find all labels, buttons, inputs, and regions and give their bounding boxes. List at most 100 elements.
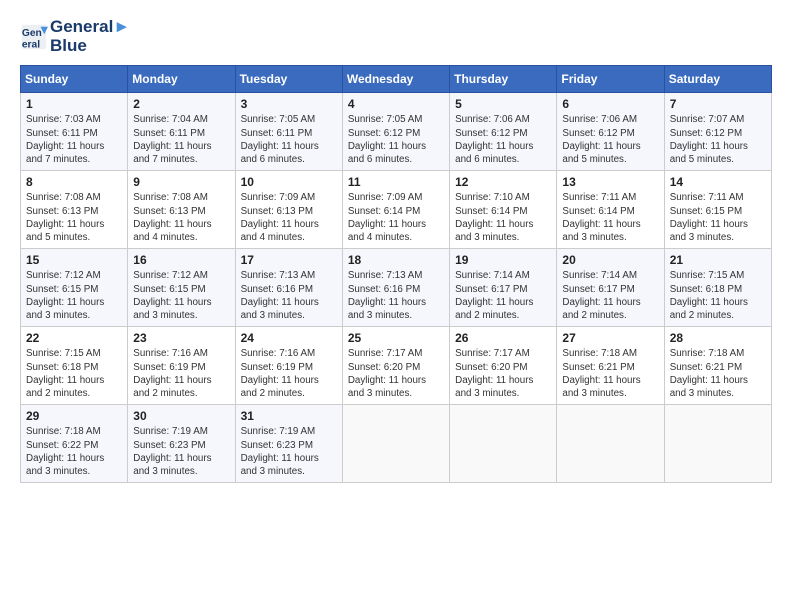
week-row-4: 22 Sunrise: 7:15 AMSunset: 6:18 PMDayligh…: [21, 327, 772, 405]
day-number: 8: [26, 175, 122, 189]
day-cell: [664, 405, 771, 483]
day-info: Sunrise: 7:13 AMSunset: 6:16 PMDaylight:…: [241, 269, 337, 322]
calendar-table: SundayMondayTuesdayWednesdayThursdayFrid…: [20, 65, 772, 483]
day-info: Sunrise: 7:14 AMSunset: 6:17 PMDaylight:…: [455, 269, 551, 322]
day-info: Sunrise: 7:15 AMSunset: 6:18 PMDaylight:…: [670, 269, 766, 322]
day-cell: 3Sunrise: 7:05 AMSunset: 6:11 PMDaylight…: [235, 93, 342, 171]
day-cell: 19Sunrise: 7:14 AMSunset: 6:17 PMDayligh…: [450, 249, 557, 327]
day-cell: 18Sunrise: 7:13 AMSunset: 6:16 PMDayligh…: [342, 249, 449, 327]
day-info: Sunrise: 7:06 AMSunset: 6:12 PMDaylight:…: [455, 113, 551, 166]
day-cell: 27 Sunrise: 7:18 AMSunset: 6:21 PMDayligh…: [557, 327, 664, 405]
day-cell: 29Sunrise: 7:18 AMSunset: 6:22 PMDayligh…: [21, 405, 128, 483]
day-info: Sunrise: 7:19 AMSunset: 6:23 PMDaylight:…: [241, 425, 337, 478]
day-number: 13: [562, 175, 658, 189]
day-number: 26: [455, 331, 551, 345]
week-row-2: 8 Sunrise: 7:08 AMSunset: 6:13 PMDaylight…: [21, 171, 772, 249]
day-cell: 28 Sunrise: 7:18 AMSunset: 6:21 PMDayligh…: [664, 327, 771, 405]
day-info: Sunrise: 7:18 AMSunset: 6:21 PMDaylight:…: [562, 347, 658, 400]
day-number: 31: [241, 409, 337, 423]
day-number: 2: [133, 97, 229, 111]
day-cell: 14 Sunrise: 7:11 AMSunset: 6:15 PMDayligh…: [664, 171, 771, 249]
day-info: Sunrise: 7:18 AMSunset: 6:21 PMDaylight:…: [670, 347, 766, 400]
day-cell: 30Sunrise: 7:19 AMSunset: 6:23 PMDayligh…: [128, 405, 235, 483]
col-header-friday: Friday: [557, 66, 664, 93]
day-number: 5: [455, 97, 551, 111]
day-cell: 2 Sunrise: 7:04 AMSunset: 6:11 PMDaylight…: [128, 93, 235, 171]
day-cell: [557, 405, 664, 483]
day-cell: 10 Sunrise: 7:09 AMSunset: 6:13 PMDayligh…: [235, 171, 342, 249]
day-number: 11: [348, 175, 444, 189]
day-number: 18: [348, 253, 444, 267]
day-cell: [342, 405, 449, 483]
day-number: 28: [670, 331, 766, 345]
svg-text:Gen: Gen: [22, 28, 42, 39]
day-info: Sunrise: 7:04 AMSunset: 6:11 PMDaylight:…: [133, 113, 229, 166]
day-info: Sunrise: 7:16 AMSunset: 6:19 PMDaylight:…: [133, 347, 229, 400]
day-cell: 24 Sunrise: 7:16 AMSunset: 6:19 PMDayligh…: [235, 327, 342, 405]
day-cell: 4Sunrise: 7:05 AMSunset: 6:12 PMDaylight…: [342, 93, 449, 171]
day-number: 12: [455, 175, 551, 189]
day-number: 27: [562, 331, 658, 345]
logo-line2: Blue: [50, 37, 130, 56]
day-cell: [450, 405, 557, 483]
day-number: 14: [670, 175, 766, 189]
day-cell: 25Sunrise: 7:17 AMSunset: 6:20 PMDayligh…: [342, 327, 449, 405]
day-info: Sunrise: 7:16 AMSunset: 6:19 PMDaylight:…: [241, 347, 337, 400]
day-number: 9: [133, 175, 229, 189]
day-number: 10: [241, 175, 337, 189]
day-info: Sunrise: 7:03 AMSunset: 6:11 PMDaylight:…: [26, 113, 122, 166]
day-number: 1: [26, 97, 122, 111]
day-info: Sunrise: 7:10 AMSunset: 6:14 PMDaylight:…: [455, 191, 551, 244]
day-info: Sunrise: 7:11 AMSunset: 6:15 PMDaylight:…: [670, 191, 766, 244]
logo-text-block: General► Blue: [50, 18, 130, 55]
day-cell: 22 Sunrise: 7:15 AMSunset: 6:18 PMDayligh…: [21, 327, 128, 405]
day-info: Sunrise: 7:09 AMSunset: 6:14 PMDaylight:…: [348, 191, 444, 244]
day-cell: 31 Sunrise: 7:19 AMSunset: 6:23 PMDayligh…: [235, 405, 342, 483]
day-number: 21: [670, 253, 766, 267]
day-cell: 6Sunrise: 7:06 AMSunset: 6:12 PMDaylight…: [557, 93, 664, 171]
day-info: Sunrise: 7:12 AMSunset: 6:15 PMDaylight:…: [133, 269, 229, 322]
header-row: SundayMondayTuesdayWednesdayThursdayFrid…: [21, 66, 772, 93]
svg-text:eral: eral: [22, 39, 40, 50]
day-number: 6: [562, 97, 658, 111]
day-number: 25: [348, 331, 444, 345]
day-cell: 7Sunrise: 7:07 AMSunset: 6:12 PMDaylight…: [664, 93, 771, 171]
day-cell: 15Sunrise: 7:12 AMSunset: 6:15 PMDayligh…: [21, 249, 128, 327]
day-info: Sunrise: 7:15 AMSunset: 6:18 PMDaylight:…: [26, 347, 122, 400]
day-info: Sunrise: 7:09 AMSunset: 6:13 PMDaylight:…: [241, 191, 337, 244]
day-cell: 13Sunrise: 7:11 AMSunset: 6:14 PMDayligh…: [557, 171, 664, 249]
day-number: 20: [562, 253, 658, 267]
col-header-wednesday: Wednesday: [342, 66, 449, 93]
day-cell: 16 Sunrise: 7:12 AMSunset: 6:15 PMDayligh…: [128, 249, 235, 327]
day-cell: 1 Sunrise: 7:03 AMSunset: 6:11 PMDaylight…: [21, 93, 128, 171]
col-header-thursday: Thursday: [450, 66, 557, 93]
day-info: Sunrise: 7:05 AMSunset: 6:11 PMDaylight:…: [241, 113, 337, 166]
col-header-monday: Monday: [128, 66, 235, 93]
day-info: Sunrise: 7:17 AMSunset: 6:20 PMDaylight:…: [455, 347, 551, 400]
week-row-3: 15 Sunrise: 7:12 AMSunset: 6:15 PMDayligh…: [21, 249, 772, 327]
day-info: Sunrise: 7:18 AMSunset: 6:22 PMDaylight:…: [26, 425, 122, 478]
logo-line1: General►: [50, 18, 130, 37]
day-number: 7: [670, 97, 766, 111]
day-cell: 12 Sunrise: 7:10 AMSunset: 6:14 PMDayligh…: [450, 171, 557, 249]
logo-icon: Gen eral: [20, 23, 48, 51]
logo: Gen eral General► Blue: [20, 18, 130, 55]
day-cell: 20Sunrise: 7:14 AMSunset: 6:17 PMDayligh…: [557, 249, 664, 327]
day-info: Sunrise: 7:08 AMSunset: 6:13 PMDaylight:…: [26, 191, 122, 244]
week-row-5: 29Sunrise: 7:18 AMSunset: 6:22 PMDayligh…: [21, 405, 772, 483]
day-number: 16: [133, 253, 229, 267]
day-number: 17: [241, 253, 337, 267]
calendar-page: Gen eral General► Blue SundayMondayTuesd…: [0, 0, 792, 612]
day-cell: 5 Sunrise: 7:06 AMSunset: 6:12 PMDaylight…: [450, 93, 557, 171]
col-header-tuesday: Tuesday: [235, 66, 342, 93]
col-header-sunday: Sunday: [21, 66, 128, 93]
day-cell: 26 Sunrise: 7:17 AMSunset: 6:20 PMDayligh…: [450, 327, 557, 405]
day-number: 15: [26, 253, 122, 267]
day-cell: 17 Sunrise: 7:13 AMSunset: 6:16 PMDayligh…: [235, 249, 342, 327]
day-cell: 8 Sunrise: 7:08 AMSunset: 6:13 PMDaylight…: [21, 171, 128, 249]
day-number: 4: [348, 97, 444, 111]
week-row-1: 1 Sunrise: 7:03 AMSunset: 6:11 PMDaylight…: [21, 93, 772, 171]
day-number: 24: [241, 331, 337, 345]
day-number: 22: [26, 331, 122, 345]
day-cell: 23Sunrise: 7:16 AMSunset: 6:19 PMDayligh…: [128, 327, 235, 405]
